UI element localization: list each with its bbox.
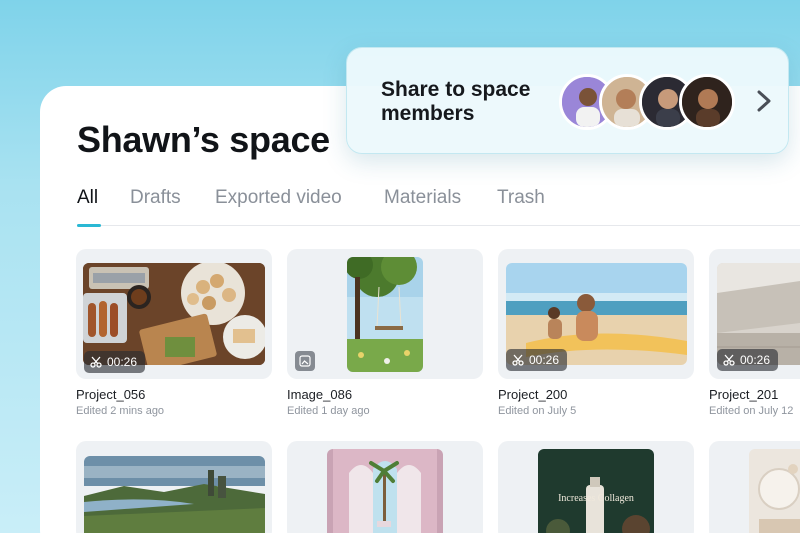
- share-label: Share to space members: [381, 78, 531, 125]
- landscape-thumbnail: [84, 456, 265, 533]
- tab-bar: All Drafts Exported video Materials Tras…: [77, 186, 800, 226]
- chevron-right-icon[interactable]: [751, 86, 777, 116]
- project-card[interactable]: 00:26: [76, 249, 272, 379]
- project-card[interactable]: [76, 441, 272, 533]
- duration-text: 00:26: [740, 353, 771, 367]
- project-card[interactable]: [709, 441, 800, 533]
- product-headline: Increases Collagen: [558, 493, 634, 504]
- tab-materials[interactable]: Materials: [384, 187, 461, 209]
- page-title: Shawn’s space: [77, 119, 330, 160]
- scissors-icon: [512, 354, 524, 366]
- card-title[interactable]: Image_086: [287, 387, 352, 402]
- tab-all[interactable]: All: [77, 187, 98, 209]
- duration-text: 00:26: [529, 353, 560, 367]
- card-meta: Edited 2 mins ago: [76, 405, 165, 417]
- duration-text: 00:26: [107, 355, 138, 369]
- project-card[interactable]: Increases Collagen: [498, 441, 694, 533]
- project-card[interactable]: 00:26: [709, 249, 800, 379]
- scissors-icon: [90, 356, 102, 368]
- swing-thumbnail: [347, 257, 423, 372]
- card-meta: Edited on July 5: [498, 405, 577, 417]
- food-thumbnail: [83, 263, 265, 365]
- project-card[interactable]: 00:26: [498, 249, 694, 379]
- image-badge: [295, 351, 315, 371]
- active-tab-indicator: [77, 224, 101, 227]
- duration-badge: 00:26: [84, 351, 146, 373]
- image-card[interactable]: [287, 249, 483, 379]
- interior-thumbnail: [749, 449, 800, 533]
- card-title[interactable]: Project_056: [76, 387, 145, 402]
- tab-trash[interactable]: Trash: [497, 187, 545, 209]
- tab-exported-video[interactable]: Exported video: [215, 187, 342, 209]
- card-title[interactable]: Project_200: [498, 387, 567, 402]
- share-popover[interactable]: Share to space members: [346, 47, 789, 154]
- duration-badge: 00:26: [717, 349, 779, 371]
- tab-drafts[interactable]: Drafts: [130, 187, 181, 209]
- product-thumbnail: [538, 449, 654, 533]
- project-card[interactable]: [287, 441, 483, 533]
- card-meta: Edited on July 12: [709, 405, 794, 417]
- scissors-icon: [723, 354, 735, 366]
- card-meta: Edited 1 day ago: [287, 405, 370, 417]
- duration-badge: 00:26: [506, 349, 568, 371]
- card-title[interactable]: Project_201: [709, 387, 778, 402]
- arches-thumbnail: [327, 449, 443, 533]
- avatar: [679, 74, 735, 130]
- image-icon: [299, 355, 311, 367]
